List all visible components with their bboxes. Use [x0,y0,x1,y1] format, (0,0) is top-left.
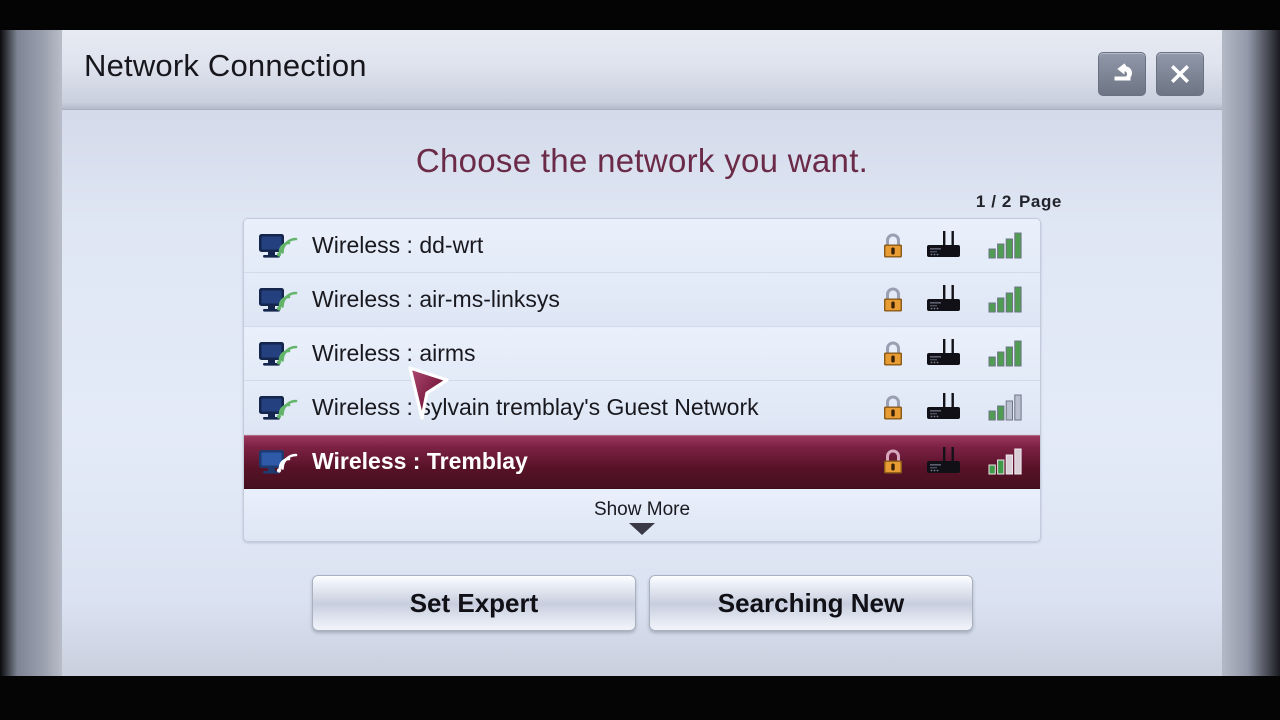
back-arrow-icon [1114,63,1133,81]
network-row-status [882,219,1024,273]
network-connection-dialog: Network Connection Choose the network yo… [62,30,1222,676]
dialog-heading: Choose the network you want. [415,142,869,179]
lock-icon [884,287,902,312]
tv-wifi-icon [259,341,298,366]
page-indicator-label: Page [1018,192,1062,211]
network-list: Wireless : dd-wrt Wireless : air-ms-link… [243,218,1041,542]
router-icon [927,393,960,419]
network-row-label: Wireless : sylvain tremblay's Guest Netw… [312,394,759,420]
network-row-status [882,273,1024,327]
network-row[interactable]: Wireless : airms [244,327,1040,381]
back-button[interactable] [1098,52,1146,96]
close-icon [1171,65,1189,83]
network-rows: Wireless : dd-wrt Wireless : air-ms-link… [244,219,1040,489]
screen-bezel-right [1222,30,1280,676]
network-row-label: Wireless : dd-wrt [312,232,484,258]
network-row-label: Wireless : Tremblay [312,448,528,474]
router-icon [927,285,960,311]
signal-bars-icon [988,448,1022,475]
searching-new-label: Searching New [717,587,905,618]
router-icon [927,447,960,473]
close-button[interactable] [1156,52,1204,96]
show-more-label: Show More [593,499,691,520]
network-row[interactable]: Wireless : air-ms-linksys [244,273,1040,327]
show-more-button[interactable]: Show More [244,489,1040,541]
network-row-status [882,381,1024,435]
signal-bars-icon [988,286,1022,313]
lock-icon [884,395,902,420]
lock-icon [884,341,902,366]
tv-wifi-icon [259,287,298,312]
lock-icon [884,449,902,474]
set-expert-button[interactable]: Set Expert [312,575,636,631]
dialog-titlebar: Network Connection [62,30,1222,110]
network-row[interactable]: Wireless : Tremblay [244,435,1040,489]
lock-icon [884,233,902,258]
signal-bars-icon [988,232,1022,259]
chevron-down-icon [629,523,655,535]
network-row-status [882,435,1024,489]
page-indicator: 1 / 2 Page [976,192,1062,212]
network-row[interactable]: Wireless : sylvain tremblay's Guest Netw… [244,381,1040,435]
tv-wifi-icon [259,233,298,258]
set-expert-label: Set Expert [409,587,539,618]
signal-bars-icon [988,394,1022,421]
network-row-status [882,327,1024,381]
tv-wifi-icon [259,449,298,474]
searching-new-button[interactable]: Searching New [649,575,973,631]
tv-screen: Network Connection Choose the network yo… [0,0,1280,720]
screen-bezel-top [0,0,1280,30]
page-indicator-value: 1 / 2 [975,192,1012,211]
tv-wifi-icon [259,395,298,420]
network-row-label: Wireless : airms [312,340,476,366]
screen-bezel-bottom [0,676,1280,720]
router-icon [927,339,960,365]
network-row-label: Wireless : air-ms-linksys [312,286,560,312]
page-title: Network Connection [84,48,367,83]
router-icon [927,231,960,257]
screen-bezel-left [0,30,62,676]
signal-bars-icon [988,340,1022,367]
network-row[interactable]: Wireless : dd-wrt [244,219,1040,273]
